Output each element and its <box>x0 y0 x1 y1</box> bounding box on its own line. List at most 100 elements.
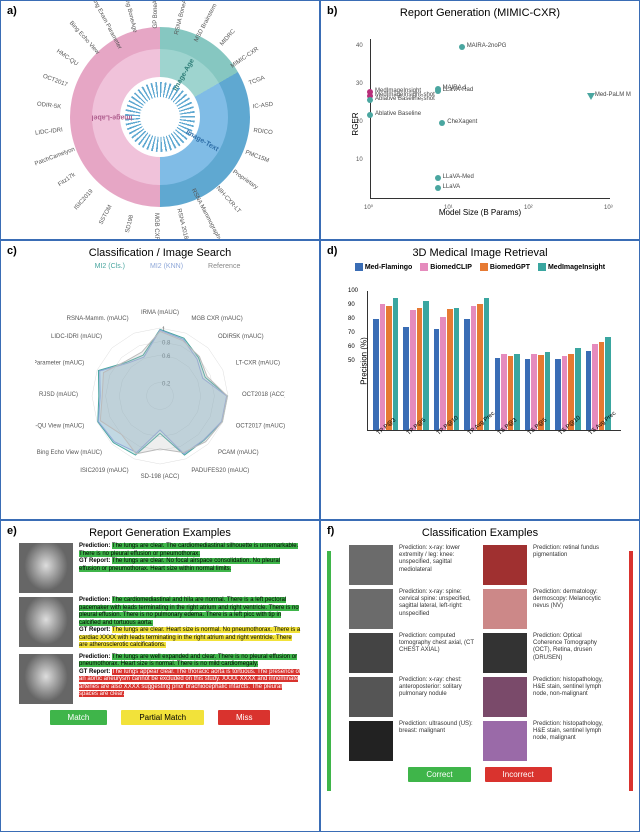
sunburst-center <box>140 97 180 137</box>
svg-text:LT-CXR (mAUC): LT-CXR (mAUC) <box>236 361 280 367</box>
y-tick: 70 <box>348 330 355 336</box>
scatter-point <box>439 120 445 126</box>
y-tick: 60 <box>348 344 355 350</box>
panel-a-label: a) <box>7 5 17 17</box>
bar <box>403 327 409 430</box>
sunburst-dataset-label: SD198 <box>125 214 135 233</box>
classification-grid: Prediction: x-ray: lower extremity / leg… <box>349 545 611 761</box>
bar <box>380 304 386 430</box>
svg-text:HMC-QU View (mAUC): HMC-QU View (mAUC) <box>35 423 84 429</box>
y-tick: 20 <box>356 119 363 125</box>
svg-text:RSNA-Mamm. (mAUC): RSNA-Mamm. (mAUC) <box>67 316 129 322</box>
panel-d-title: 3D Medical Image Retrieval <box>327 247 633 259</box>
svg-text:PCAM (mAUC): PCAM (mAUC) <box>218 450 259 456</box>
panel-f-label: f) <box>327 525 334 537</box>
svg-text:LIDC-IDRI (mAUC): LIDC-IDRI (mAUC) <box>51 334 102 340</box>
legend-partial: Partial Match <box>121 710 204 725</box>
panel-c-label: c) <box>7 245 17 257</box>
bar-group <box>373 291 398 430</box>
svg-text:OCT2018 (ACC): OCT2018 (ACC) <box>242 392 285 398</box>
y-axis <box>370 39 371 199</box>
svg-text:Bing Echo View (mAUC): Bing Echo View (mAUC) <box>37 450 102 456</box>
svg-text:RJSD (mAUC): RJSD (mAUC) <box>39 392 78 398</box>
legend-miss: Miss <box>218 710 270 725</box>
sunburst-dataset-label: TCGA <box>248 75 266 87</box>
panel-b-title: Report Generation (MIMIC-CXR) <box>327 7 633 19</box>
bar <box>586 351 592 430</box>
bar <box>447 309 453 430</box>
panel-e-legend: Match Partial Match Miss <box>7 710 313 725</box>
panel-c-legend: MI2 (Cls.) MI2 (KNN) Reference <box>7 263 313 270</box>
cls-prediction: Prediction: dermatology: dermoscopy: Mel… <box>533 589 611 629</box>
scatter-chart: Model Size (B Params) RGER MedImageInsig… <box>340 29 620 219</box>
cls-thumbnail <box>483 633 527 673</box>
bar-group <box>525 291 550 430</box>
svg-text:IRMA (mAUC): IRMA (mAUC) <box>141 310 179 316</box>
sunburst-dataset-label: RDICO <box>253 128 273 136</box>
bar <box>417 308 423 430</box>
y-tick: 90 <box>348 302 355 308</box>
legend-item: BiomedCLIP <box>420 263 472 271</box>
cls-prediction: Prediction: histopathology, H&E stain, s… <box>533 721 611 761</box>
report-text: Prediction: The lungs are well expanded … <box>79 654 301 704</box>
bar <box>555 359 561 430</box>
cls-prediction: Prediction: x-ray: spine: cervical spine… <box>399 589 477 629</box>
scatter-point-label: LLaVA-Rad <box>443 87 474 93</box>
cls-prediction: Prediction: computed tomography chest ax… <box>399 633 477 673</box>
sunburst-dataset-label: SSTOM <box>98 204 113 226</box>
panel-b: b) Report Generation (MIMIC-CXR) Model S… <box>320 0 640 240</box>
x-tick: 10² <box>524 205 533 211</box>
sunburst-dataset-label: IC-ASD <box>253 102 274 110</box>
scatter-point <box>459 44 465 50</box>
svg-text:OCT2017 (mAUC): OCT2017 (mAUC) <box>236 423 285 429</box>
cls-thumbnail <box>349 721 393 761</box>
bar-chart: Precision (%) TP P@3TP P@5TP P@10TP Avg … <box>335 271 625 471</box>
panel-e-label: e) <box>7 525 17 537</box>
y-tick: 30 <box>356 81 363 87</box>
cls-prediction: Prediction: retinal fundus pigmentation <box>533 545 611 585</box>
bar <box>471 306 477 430</box>
sunburst-ring-text: Image-Label <box>92 114 133 121</box>
panel-f-legend: Correct Incorrect <box>327 767 633 782</box>
bar-group <box>495 291 520 430</box>
bar <box>386 306 392 430</box>
panel-c-title: Classification / Image Search <box>7 247 313 259</box>
radar-chart: 0.20.60.81IRMA (mAUC)MGB CXR (mAUC)ODIR5… <box>35 288 285 498</box>
legend-item: MedImageInsight <box>538 263 605 271</box>
bar <box>410 310 416 430</box>
scatter-point <box>435 88 441 94</box>
panel-f: f) Classification Examples Prediction: x… <box>320 520 640 832</box>
bar-group <box>403 291 428 430</box>
report-example-row: Prediction: The lungs are clear. The car… <box>19 543 301 593</box>
scatter-point <box>367 112 373 118</box>
sunburst-dataset-label: LIDC-IDRI <box>35 127 63 136</box>
bar-group <box>434 291 459 430</box>
correct-bar <box>327 551 331 791</box>
cls-thumbnail <box>349 589 393 629</box>
bar <box>440 317 446 430</box>
figure-grid: a) Image-AgeImage-TextImage-Label GP Bon… <box>0 0 640 832</box>
report-example-row: Prediction: The lungs are well expanded … <box>19 654 301 704</box>
legend-match: Match <box>50 710 108 725</box>
cls-thumbnail <box>483 545 527 585</box>
cls-thumbnail <box>483 721 527 761</box>
legend-item: MI2 (Cls.) <box>80 263 125 270</box>
xray-thumbnail <box>19 654 73 704</box>
report-text: Prediction: The lungs are clear. The car… <box>79 543 301 593</box>
x-axis <box>370 198 610 199</box>
scatter-point <box>435 175 441 181</box>
bar <box>393 298 399 430</box>
legend-correct: Correct <box>408 767 470 782</box>
bar <box>484 298 490 430</box>
scatter-point-label: CheXagent <box>447 119 477 125</box>
legend-incorrect: Incorrect <box>485 767 552 782</box>
panel-e: e) Report Generation Examples Prediction… <box>0 520 320 832</box>
bar <box>454 308 460 430</box>
panel-f-title: Classification Examples <box>327 527 633 539</box>
cls-thumbnail <box>349 633 393 673</box>
bar <box>501 354 507 430</box>
bar <box>434 329 440 430</box>
bar-group <box>555 291 580 430</box>
y-tick: 40 <box>356 43 363 49</box>
cls-thumbnail <box>483 589 527 629</box>
